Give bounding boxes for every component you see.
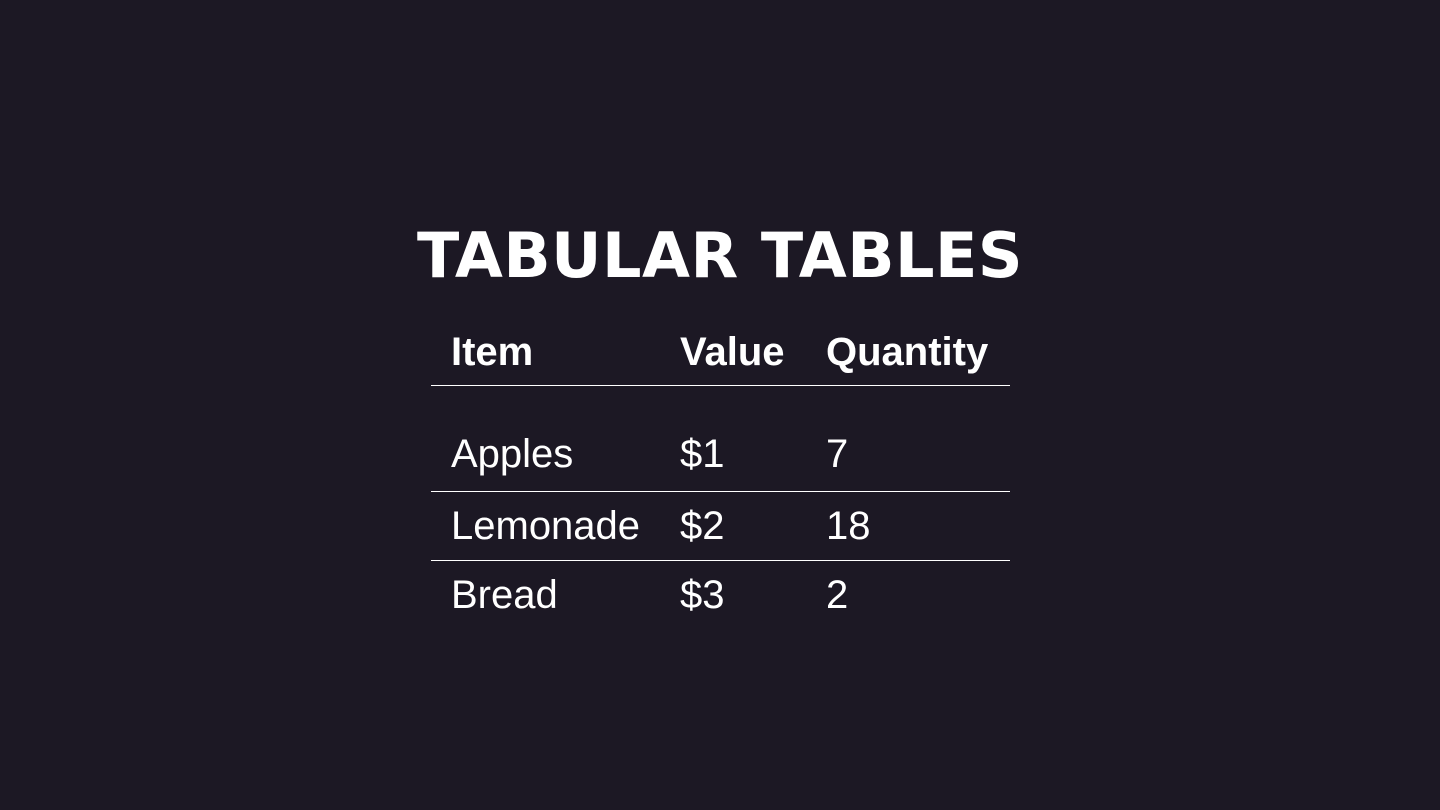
cell-value: $3 bbox=[680, 572, 725, 617]
column-header-item: Item bbox=[431, 320, 660, 386]
cell-item: Lemonade bbox=[431, 491, 660, 561]
slide: TABULAR TABLES Item Value Quantity Apple… bbox=[0, 0, 1440, 810]
table-row: Apples $1 7 bbox=[431, 385, 1010, 492]
table-row: Lemonade $2 18 bbox=[431, 491, 1010, 561]
slide-title: TABULAR TABLES bbox=[416, 219, 1024, 292]
table-header-row: Item Value Quantity bbox=[431, 320, 1010, 386]
cell-quantity: 18 bbox=[806, 491, 1010, 561]
cell-quantity: 2 bbox=[826, 572, 849, 617]
column-header-value: Value bbox=[660, 320, 806, 386]
cell-item: Apples bbox=[431, 385, 660, 492]
cell-quantity: 7 bbox=[806, 385, 1010, 492]
cell-value: $1 bbox=[660, 385, 806, 492]
cell-value: $2 bbox=[660, 491, 806, 561]
data-table: Item Value Quantity Apples $1 7 Lemonade… bbox=[431, 320, 1010, 629]
cell-item: Bread bbox=[451, 572, 558, 617]
table-row: Bread $3 2 bbox=[431, 561, 1010, 630]
column-header-quantity: Quantity bbox=[806, 320, 1010, 386]
